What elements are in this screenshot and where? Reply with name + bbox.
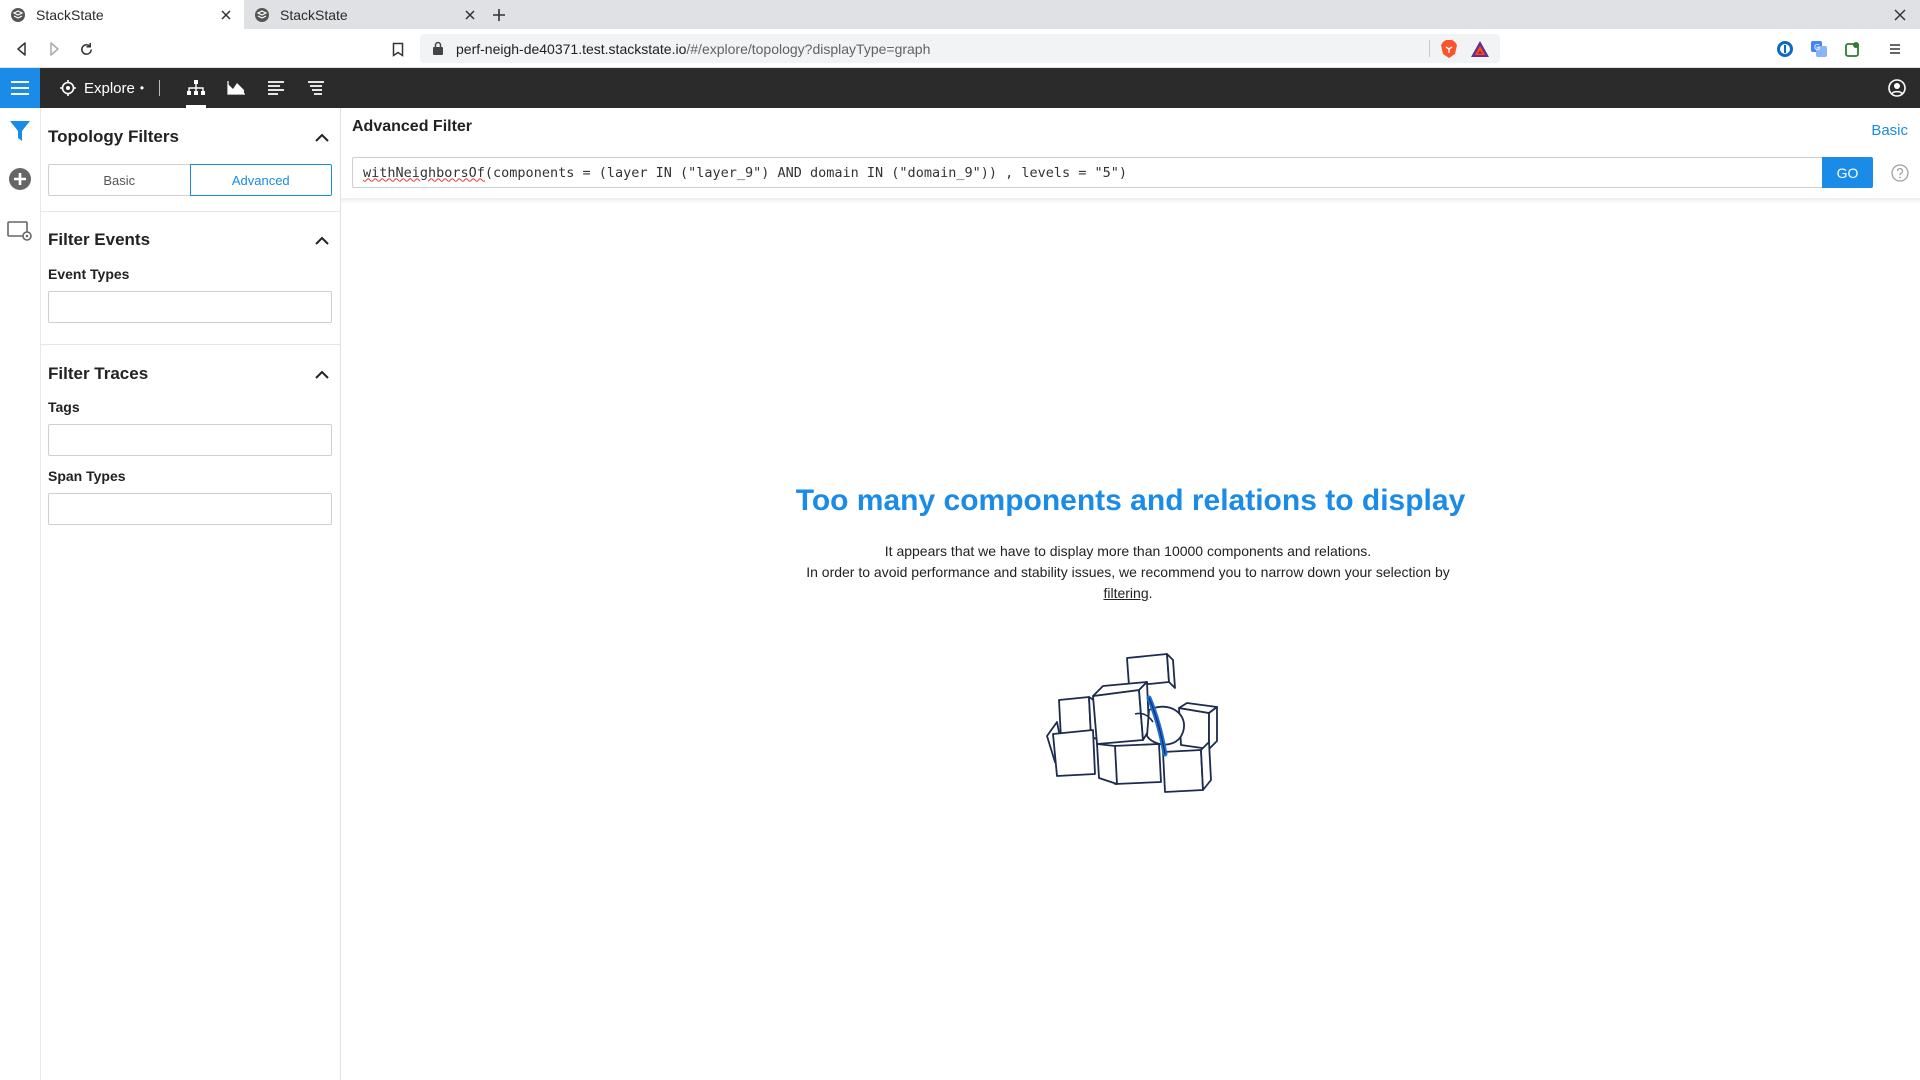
filter-mode-toggle: Basic Advanced: [48, 164, 332, 196]
topology-view-button[interactable]: [176, 68, 216, 108]
help-icon: [1891, 164, 1909, 182]
advanced-filter-title: Advanced Filter: [352, 118, 473, 135]
basic-filter-link[interactable]: Basic: [1871, 122, 1908, 139]
events-list-icon: [268, 81, 284, 95]
tags-label: Tags: [48, 399, 80, 415]
chevron-up-icon[interactable]: [313, 365, 331, 383]
svg-text:G: G: [1814, 43, 1820, 52]
topology-filters-title: Topology Filters: [48, 127, 179, 146]
close-icon: [1894, 9, 1906, 21]
help-button[interactable]: [1889, 162, 1911, 184]
url-host: perf-neigh-de40371.test.stackstate.io: [456, 40, 687, 57]
plus-icon: [493, 9, 505, 21]
reload-button[interactable]: [75, 38, 97, 60]
telemetry-view-button[interactable]: [216, 68, 256, 108]
window-close-button[interactable]: [1890, 5, 1910, 25]
left-icon-rail: [0, 108, 41, 1080]
chevron-up-icon[interactable]: [313, 128, 331, 146]
extension-puzzle-icon[interactable]: [1842, 38, 1864, 60]
lock-icon: [432, 41, 446, 57]
query-function: withNeighborsOf: [363, 164, 485, 181]
brave-rewards-icon[interactable]: [1470, 40, 1490, 58]
span-types-label: Span Types: [48, 468, 126, 484]
event-types-label: Event Types: [48, 266, 130, 282]
tab-title: StackState: [36, 6, 104, 23]
stackstate-favicon-icon: [10, 7, 26, 23]
screen-settings-icon: [7, 221, 32, 241]
tab-title: StackState: [280, 6, 348, 23]
browser-tab[interactable]: StackState: [0, 0, 244, 29]
message-end: .: [1148, 585, 1153, 601]
stackstate-favicon-icon: [254, 7, 270, 23]
browser-toolbar: perf-neigh-de40371.test.stackstate.io/#/…: [0, 29, 1920, 68]
filters-button[interactable]: [6, 117, 34, 145]
area-chart-icon: [227, 81, 245, 95]
too-many-components-title: Too many components and relations to dis…: [795, 484, 1466, 517]
new-tab-button[interactable]: [487, 3, 511, 27]
section-divider: [41, 211, 341, 212]
unsaved-dot: •: [139, 81, 145, 95]
topology-view-icon: [187, 80, 205, 95]
topology-filters-header[interactable]: Topology Filters: [48, 125, 331, 149]
browser-menu-icon[interactable]: [1884, 38, 1906, 60]
address-bar[interactable]: perf-neigh-de40371.test.stackstate.io/#/…: [420, 34, 1500, 63]
forward-button[interactable]: [43, 38, 65, 60]
reload-icon: [80, 42, 92, 55]
pile-of-boxes-illustration: [1046, 653, 1218, 793]
translate-icon[interactable]: G: [1808, 38, 1830, 60]
forward-icon: [50, 42, 59, 56]
tags-input[interactable]: [48, 424, 332, 456]
url-path: /#/explore/topology?displayType=graph: [686, 40, 931, 57]
message-line-1: It appears that we have to display more …: [884, 543, 1372, 559]
filter-bar-shadow: [341, 198, 1920, 204]
filter-panel: Topology Filters Basic Advanced Filter E…: [41, 108, 341, 1080]
filtering-link[interactable]: filtering: [1103, 585, 1148, 601]
back-icon: [17, 42, 26, 56]
filter-traces-header[interactable]: Filter Traces: [48, 362, 331, 386]
section-divider: [41, 344, 341, 345]
query-input[interactable]: withNeighborsOf (components = (layer IN (…: [352, 157, 1822, 188]
main-menu-button[interactable]: [0, 68, 40, 108]
user-account-button[interactable]: [1886, 77, 1908, 99]
basic-mode-button[interactable]: Basic: [48, 164, 190, 196]
traces-view-button[interactable]: [296, 68, 336, 108]
password-manager-icon[interactable]: [1774, 38, 1796, 60]
close-tab-icon[interactable]: [462, 7, 478, 23]
back-button[interactable]: [11, 38, 33, 60]
filter-traces-title: Filter Traces: [48, 364, 149, 383]
events-view-button[interactable]: [256, 68, 296, 108]
bookmark-icon: [392, 42, 404, 57]
main-content: Advanced Filter Basic withNeighborsOf (co…: [341, 108, 1920, 1080]
explore-icon: [60, 80, 76, 96]
brave-shields-icon[interactable]: [1440, 39, 1458, 59]
bookmark-button[interactable]: [388, 38, 408, 60]
event-types-input[interactable]: [48, 291, 332, 323]
query-arguments: (components = (layer IN ("layer_9") AND …: [484, 164, 1128, 181]
header-divider: [159, 80, 160, 96]
plus-circle-icon: [9, 168, 31, 190]
user-icon: [1888, 79, 1906, 97]
advanced-mode-button[interactable]: Advanced: [189, 164, 332, 196]
explore-menu[interactable]: Explore •: [60, 68, 144, 108]
go-button[interactable]: GO: [1822, 157, 1873, 188]
close-tab-icon[interactable]: [218, 7, 234, 23]
app-header: Explore •: [0, 68, 1920, 108]
add-button[interactable]: [6, 165, 34, 193]
traces-list-icon: [308, 81, 324, 95]
hamburger-icon: [11, 81, 29, 95]
message-line-2: In order to avoid performance and stabil…: [806, 564, 1450, 580]
funnel-icon: [10, 121, 30, 141]
explore-label: Explore: [84, 79, 135, 97]
browser-tab-strip: StackState StackState: [0, 0, 1920, 29]
view-settings-button[interactable]: [6, 217, 34, 245]
url-text: perf-neigh-de40371.test.stackstate.io/#/…: [456, 41, 930, 57]
filter-events-title: Filter Events: [48, 230, 151, 249]
browser-tab[interactable]: StackState: [244, 0, 488, 29]
span-types-input[interactable]: [48, 493, 332, 525]
chevron-up-icon[interactable]: [313, 231, 331, 249]
filter-events-header[interactable]: Filter Events: [48, 228, 331, 252]
too-many-components-message: It appears that we have to display more …: [803, 541, 1453, 604]
omnibox-divider: [1429, 40, 1430, 57]
